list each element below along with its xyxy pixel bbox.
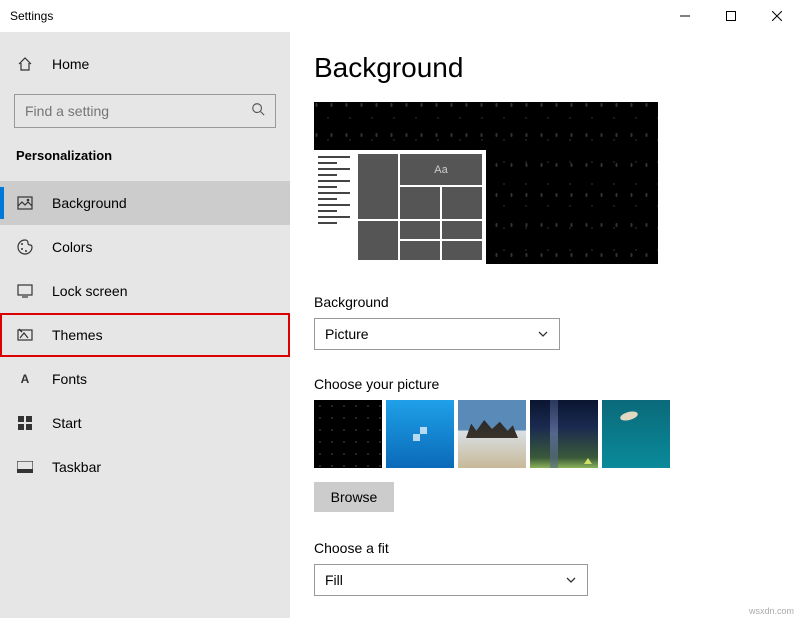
window-controls <box>662 0 800 32</box>
picture-thumb-5[interactable] <box>602 400 670 468</box>
search-input[interactable] <box>25 103 225 119</box>
choose-fit-label: Choose a fit <box>314 540 770 556</box>
background-preview: Aa <box>314 102 658 264</box>
sidebar-item-lockscreen[interactable]: Lock screen <box>0 269 290 313</box>
chevron-down-icon <box>565 574 577 586</box>
picture-thumb-3[interactable] <box>458 400 526 468</box>
background-dropdown[interactable]: Picture <box>314 318 560 350</box>
page-title: Background <box>314 52 770 84</box>
maximize-button[interactable] <box>708 0 754 32</box>
search-box[interactable] <box>14 94 276 128</box>
sidebar-item-taskbar[interactable]: Taskbar <box>0 445 290 489</box>
sidebar-item-label: Start <box>52 415 82 431</box>
search-icon <box>251 102 265 121</box>
fit-dropdown-value: Fill <box>325 572 343 588</box>
picture-icon <box>16 194 34 212</box>
sidebar-item-colors[interactable]: Colors <box>0 225 290 269</box>
background-dropdown-value: Picture <box>325 326 369 342</box>
watermark: wsxdn.com <box>749 606 794 616</box>
home-label: Home <box>52 56 89 72</box>
sidebar-item-label: Colors <box>52 239 92 255</box>
picture-thumbnails <box>314 400 770 468</box>
sidebar-item-label: Background <box>52 195 127 211</box>
section-title: Personalization <box>0 148 290 181</box>
fonts-icon: A <box>16 370 34 388</box>
chevron-down-icon <box>537 328 549 340</box>
sidebar-item-label: Taskbar <box>52 459 101 475</box>
palette-icon <box>16 238 34 256</box>
browse-button[interactable]: Browse <box>314 482 394 512</box>
sidebar-item-background[interactable]: Background <box>0 181 290 225</box>
home-button[interactable]: Home <box>0 44 290 84</box>
sidebar-item-label: Lock screen <box>52 283 127 299</box>
choose-picture-label: Choose your picture <box>314 376 770 392</box>
preview-tile-aa: Aa <box>400 154 482 185</box>
start-icon <box>16 414 34 432</box>
close-button[interactable] <box>754 0 800 32</box>
home-icon <box>16 55 34 73</box>
sidebar: Home Personalization Background Colors L… <box>0 32 290 618</box>
sidebar-item-themes[interactable]: Themes <box>0 313 290 357</box>
fit-dropdown[interactable]: Fill <box>314 564 588 596</box>
sidebar-item-start[interactable]: Start <box>0 401 290 445</box>
window-title: Settings <box>10 9 53 23</box>
title-bar: Settings <box>0 0 800 32</box>
sidebar-item-label: Fonts <box>52 371 87 387</box>
picture-thumb-2[interactable] <box>386 400 454 468</box>
preview-overlay: Aa <box>314 150 486 264</box>
taskbar-icon <box>16 458 34 476</box>
themes-icon <box>16 326 34 344</box>
content-pane: Background Aa Background Picture C <box>290 32 800 618</box>
picture-thumb-1[interactable] <box>314 400 382 468</box>
sidebar-item-fonts[interactable]: A Fonts <box>0 357 290 401</box>
sidebar-item-label: Themes <box>52 327 103 343</box>
picture-thumb-4[interactable] <box>530 400 598 468</box>
minimize-button[interactable] <box>662 0 708 32</box>
lockscreen-icon <box>16 282 34 300</box>
background-label: Background <box>314 294 770 310</box>
